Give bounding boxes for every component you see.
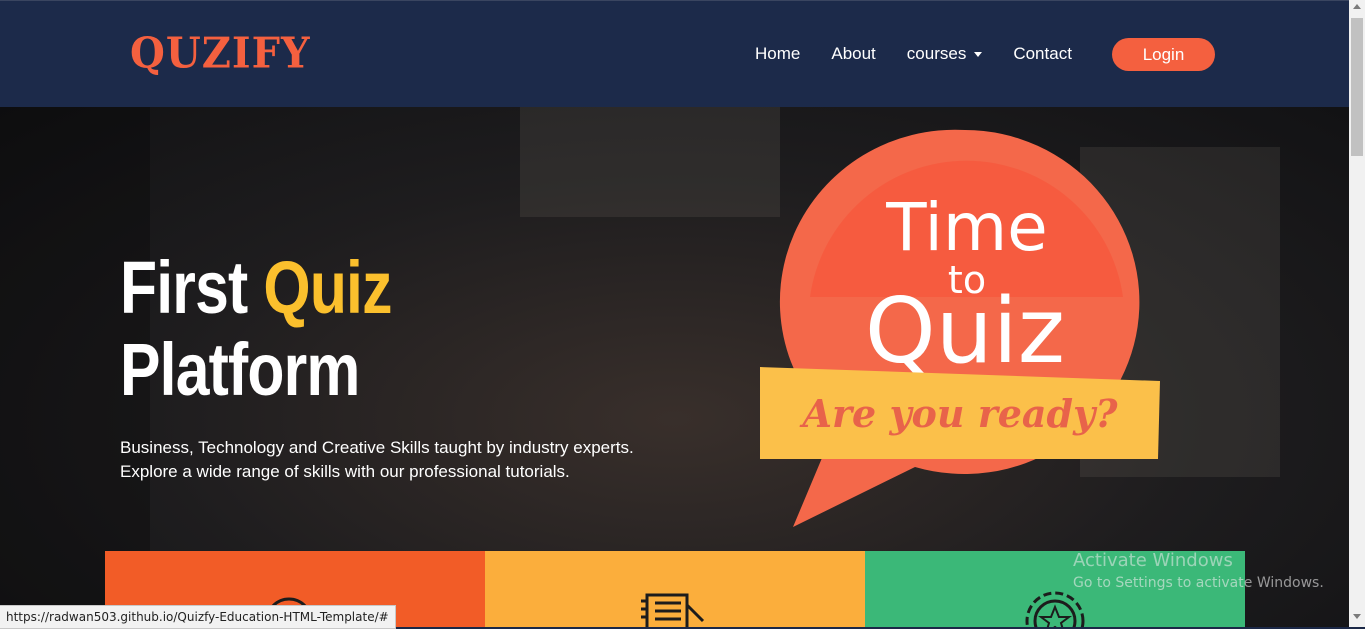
hero-subtitle-line1: Business, Technology and Creative Skills…	[120, 438, 634, 457]
nav-home[interactable]: Home	[755, 44, 800, 64]
bubble-quiz-text: Quiz	[865, 279, 1065, 384]
nav-contact[interactable]: Contact	[1013, 44, 1072, 64]
feature-card-2[interactable]	[485, 551, 865, 627]
hero-title-line2: Platform	[120, 328, 360, 411]
bubble-time-text: Time	[885, 189, 1048, 266]
activate-windows-subtitle: Go to Settings to activate Windows.	[1073, 575, 1324, 591]
banner-text: Are you ready?	[800, 391, 1119, 436]
hero-title-accent: Quiz	[263, 246, 392, 329]
navbar: QUZIFY Home About courses Contact Login	[0, 0, 1349, 108]
hero-subtitle: Business, Technology and Creative Skills…	[120, 436, 740, 484]
caret-down-icon	[974, 51, 983, 57]
hero-section: First Quiz Platform Business, Technology…	[0, 107, 1349, 627]
nav-links: Home About courses Contact	[755, 38, 1103, 70]
nav-about[interactable]: About	[831, 44, 875, 64]
login-button[interactable]: Login	[1112, 38, 1215, 71]
time-to-quiz-illustration: Time to Quiz Are you ready?	[760, 129, 1160, 528]
hero-subtitle-line2: Explore a wide range of skills with our …	[120, 462, 570, 481]
background-photo	[520, 107, 780, 217]
scroll-up-arrow-icon[interactable]	[1353, 4, 1361, 9]
hero-title-word: First	[120, 246, 248, 329]
scroll-down-arrow-icon[interactable]	[1353, 614, 1361, 619]
document-icon	[641, 593, 705, 627]
vertical-scrollbar[interactable]	[1349, 0, 1365, 627]
status-bar-url: https://radwan503.github.io/Quizfy-Educa…	[0, 605, 396, 629]
activate-windows-title: Activate Windows	[1073, 550, 1233, 571]
nav-courses-label: courses	[906, 44, 967, 63]
brand-logo[interactable]: QUZIFY	[130, 29, 311, 78]
hero-title: First Quiz Platform	[120, 247, 392, 411]
badge-icon	[1025, 591, 1085, 627]
nav-courses-dropdown[interactable]: courses	[907, 44, 983, 64]
scroll-thumb[interactable]	[1351, 18, 1363, 156]
